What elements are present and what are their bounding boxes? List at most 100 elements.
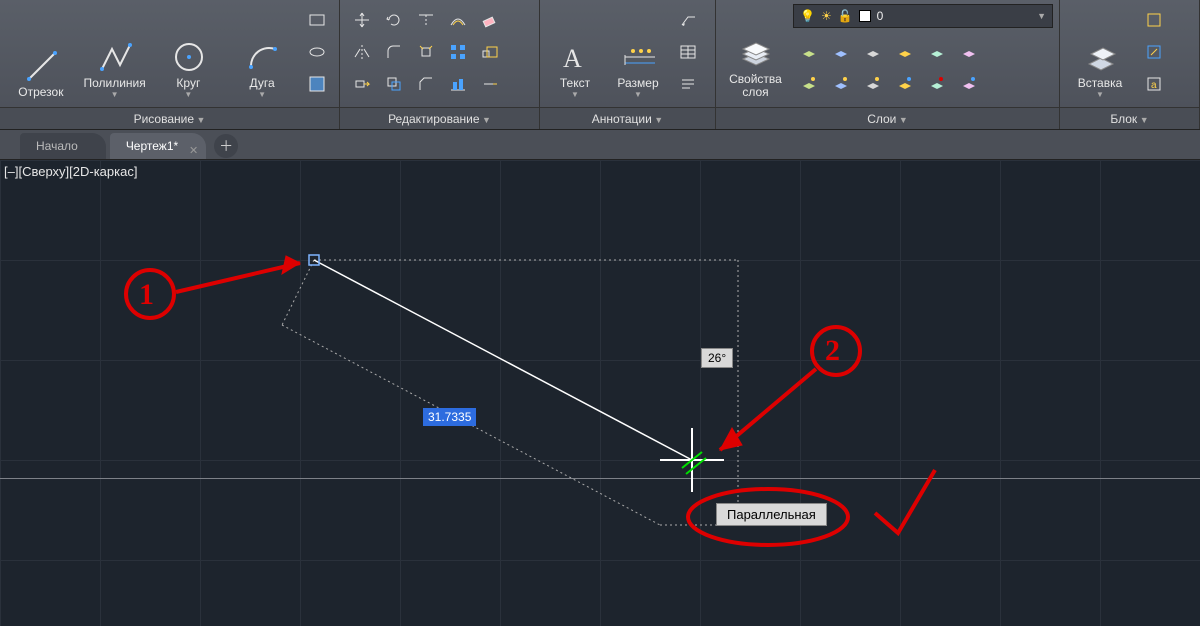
layer-isolate-button[interactable] — [923, 36, 951, 64]
mtext-button[interactable] — [674, 70, 702, 98]
layer-properties-button[interactable]: Свойства слоя — [722, 4, 789, 103]
rotate-button[interactable] — [380, 6, 408, 34]
chevron-down-icon: ▼ — [634, 90, 642, 99]
drawing-overlay — [0, 160, 1200, 626]
circle-icon — [171, 40, 205, 74]
erase-button[interactable] — [476, 6, 504, 34]
circle-label: Круг — [176, 76, 200, 90]
panel-layers: Свойства слоя 💡 ☀ 🔓 0 ▼ — [716, 0, 1060, 129]
insert-label: Вставка — [1078, 76, 1123, 90]
lengthen-button[interactable] — [476, 70, 504, 98]
block-create-button[interactable] — [1140, 6, 1168, 34]
layer-freeze-button[interactable] — [827, 36, 855, 64]
panel-annotation-title[interactable]: Аннотации — [540, 107, 715, 129]
panel-layers-title[interactable]: Слои — [716, 107, 1059, 129]
line-icon — [24, 49, 58, 83]
table-button[interactable] — [674, 38, 702, 66]
panel-block: Вставка ▼ a Блок — [1060, 0, 1200, 129]
offset-button[interactable] — [444, 6, 472, 34]
arc-button[interactable]: Дуга ▼ — [227, 4, 297, 103]
arc-icon — [245, 40, 279, 74]
mirror-button[interactable] — [348, 38, 376, 66]
chamfer-button[interactable] — [412, 70, 440, 98]
layer-unlock-button[interactable] — [859, 68, 887, 96]
copy-button[interactable] — [380, 70, 408, 98]
svg-text:A: A — [563, 44, 582, 73]
panel-draw: Отрезок Полилиния ▼ Круг ▼ Дуга — [0, 0, 340, 129]
snap-tooltip: Параллельная — [716, 503, 827, 526]
view-label[interactable]: [‒][Сверху][2D-каркас] — [4, 164, 137, 179]
stretch-button[interactable] — [348, 70, 376, 98]
tab-home-label: Начало — [36, 139, 78, 153]
insert-button[interactable]: Вставка ▼ — [1066, 4, 1134, 103]
panel-annotation: A Текст ▼ Размер ▼ Аннотации — [540, 0, 716, 129]
layer-unisolate-button[interactable] — [923, 68, 951, 96]
layer-off-button[interactable] — [795, 36, 823, 64]
chevron-down-icon: ▼ — [571, 90, 579, 99]
layer-properties-icon — [739, 37, 773, 71]
layer-on-button[interactable] — [795, 68, 823, 96]
insert-icon — [1083, 40, 1117, 74]
axis-line — [0, 478, 1200, 479]
panel-modify: Редактирование — [340, 0, 540, 129]
layer-walk-button[interactable] — [955, 68, 983, 96]
hatch-button[interactable] — [303, 70, 331, 98]
trim-button[interactable] — [412, 6, 440, 34]
chevron-down-icon: ▼ — [111, 90, 119, 99]
callout-2: 2 — [825, 334, 840, 368]
panel-block-title[interactable]: Блок — [1060, 107, 1199, 129]
modify-grid — [346, 4, 506, 100]
layer-sun-icon: ☀ — [821, 9, 832, 23]
panel-draw-title[interactable]: Рисование — [0, 107, 339, 129]
tab-drawing[interactable]: Чертеж1* ✕ — [110, 133, 206, 159]
layer-color-swatch — [859, 10, 871, 22]
leader-button[interactable] — [674, 6, 702, 34]
chevron-down-icon: ▼ — [184, 90, 192, 99]
block-attr-button[interactable]: a — [1140, 70, 1168, 98]
layer-tools-grid — [793, 34, 1053, 98]
annot-extras — [672, 4, 704, 100]
text-button[interactable]: A Текст ▼ — [546, 4, 604, 103]
line-label: Отрезок — [18, 85, 63, 99]
panel-modify-title[interactable]: Редактирование — [340, 107, 539, 129]
layer-match-button[interactable] — [891, 36, 919, 64]
dimension-button[interactable]: Размер ▼ — [608, 4, 668, 103]
ellipse-button[interactable] — [303, 38, 331, 66]
rectangle-button[interactable] — [303, 6, 331, 34]
chevron-down-icon: ▼ — [1096, 90, 1104, 99]
polyline-label: Полилиния — [83, 76, 145, 90]
svg-text:a: a — [1151, 80, 1157, 91]
dynamic-distance-input[interactable]: 31.7335 — [423, 408, 476, 426]
layer-current-name: 0 — [877, 9, 1031, 23]
array-button[interactable] — [444, 38, 472, 66]
layer-properties-label: Свойства слоя — [729, 73, 782, 99]
layer-lock-button[interactable] — [859, 36, 887, 64]
tab-home[interactable]: Начало — [20, 133, 106, 159]
scale-button[interactable] — [476, 38, 504, 66]
draw-extras — [301, 4, 333, 100]
ribbon: Отрезок Полилиния ▼ Круг ▼ Дуга — [0, 0, 1200, 130]
align-button[interactable] — [444, 70, 472, 98]
fillet-button[interactable] — [380, 38, 408, 66]
explode-button[interactable] — [412, 38, 440, 66]
tab-drawing-label: Чертеж1* — [126, 139, 178, 153]
block-edit-button[interactable] — [1140, 38, 1168, 66]
block-extras: a — [1138, 4, 1170, 100]
layer-prev-button[interactable] — [955, 36, 983, 64]
drawing-canvas[interactable]: [‒][Сверху][2D-каркас] — [0, 160, 1200, 626]
document-tabs: Начало Чертеж1* ✕ ＋ — [0, 130, 1200, 160]
chevron-down-icon: ▼ — [258, 90, 266, 99]
new-tab-button[interactable]: ＋ — [214, 134, 238, 158]
dynamic-angle-box: 26° — [701, 348, 733, 368]
dimension-label: Размер — [617, 76, 658, 90]
text-icon: A — [558, 40, 592, 74]
polyline-button[interactable]: Полилиния ▼ — [80, 4, 150, 103]
layer-current-button[interactable] — [891, 68, 919, 96]
circle-button[interactable]: Круг ▼ — [154, 4, 224, 103]
chevron-down-icon: ▼ — [1037, 11, 1046, 21]
line-button[interactable]: Отрезок — [6, 4, 76, 103]
layer-dropdown[interactable]: 💡 ☀ 🔓 0 ▼ — [793, 4, 1053, 28]
polyline-icon — [98, 40, 132, 74]
move-button[interactable] — [348, 6, 376, 34]
layer-thaw-button[interactable] — [827, 68, 855, 96]
